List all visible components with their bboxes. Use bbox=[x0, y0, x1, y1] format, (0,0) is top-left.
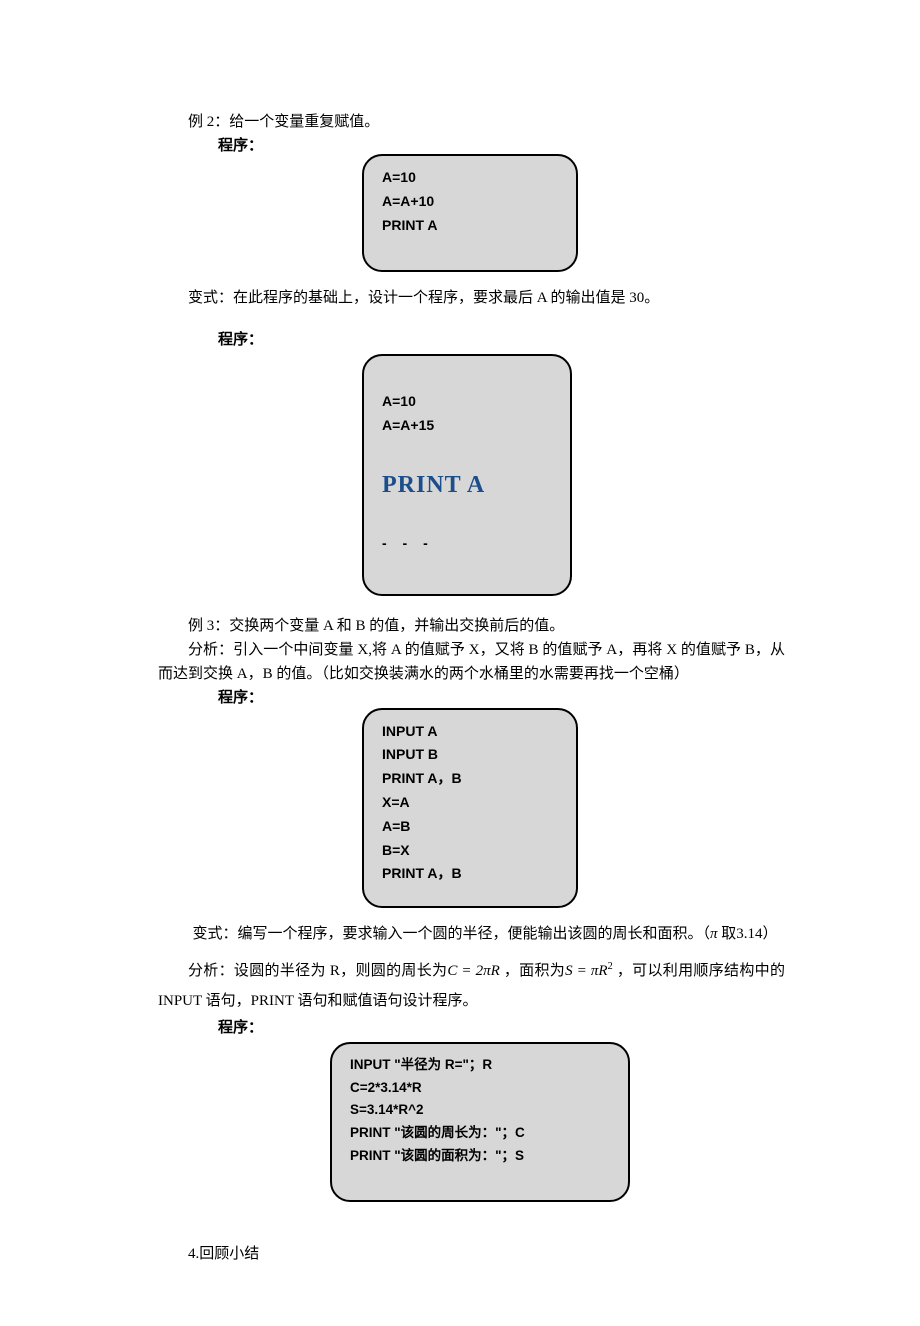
formula-area-base: S = πR bbox=[565, 963, 607, 979]
example2-title: 例 2：给一个变量重复赋值。 bbox=[158, 110, 785, 134]
variant2-code-box: INPUT "半径为 R="；R C=2*3.14*R S=3.14*R^2 P… bbox=[330, 1042, 630, 1202]
example3-program-label: 程序： bbox=[218, 686, 785, 710]
variant1-code-box: A=10 A=A+15 PRINT A - - - bbox=[362, 354, 572, 596]
example2-code-box: A=10 A=A+10 PRINT A bbox=[362, 154, 578, 272]
pi-symbol: π bbox=[710, 926, 718, 942]
variant2-analysis-mid: ，面积为 bbox=[500, 963, 565, 979]
variant1-dashes: - - - bbox=[382, 532, 552, 556]
variant2-title: 变式：编写一个程序，要求输入一个圆的半径，便能输出该圆的周长和面积。（π 取3.… bbox=[158, 922, 785, 946]
variant1-code-top: A=10 A=A+15 bbox=[382, 393, 434, 433]
variant1-print-a: PRINT A bbox=[382, 465, 552, 506]
variant2-analysis-prefix: 分析：设圆的半径为 R，则圆的周长为 bbox=[188, 963, 447, 979]
variant2-title-prefix: 变式：编写一个程序，要求输入一个圆的半径，便能输出该圆的周长和面积。（ bbox=[193, 926, 711, 942]
variant2-analysis: 分析：设圆的半径为 R，则圆的周长为C = 2πR ，面积为S = πR2 ，可… bbox=[158, 956, 785, 1016]
example3-code-box: INPUT A INPUT B PRINT A，B X=A A=B B=X PR… bbox=[362, 708, 578, 908]
variant1-program-label: 程序： bbox=[218, 328, 785, 352]
formula-area: S = πR2 bbox=[565, 963, 613, 979]
variant2-title-suffix: 取3.14） bbox=[718, 926, 778, 942]
summary-heading: 4.回顾小结 bbox=[158, 1242, 785, 1266]
variant1-title: 变式：在此程序的基础上，设计一个程序，要求最后 A 的输出值是 30。 bbox=[158, 286, 785, 310]
variant2-program-label: 程序： bbox=[218, 1016, 785, 1040]
example3-title: 例 3：交换两个变量 A 和 B 的值，并输出交换前后的值。 bbox=[158, 614, 785, 638]
example3-analysis: 分析：引入一个中间变量 X,将 A 的值赋予 X，又将 B 的值赋予 A，再将 … bbox=[158, 638, 785, 686]
formula-circumference: C = 2πR bbox=[447, 963, 499, 979]
